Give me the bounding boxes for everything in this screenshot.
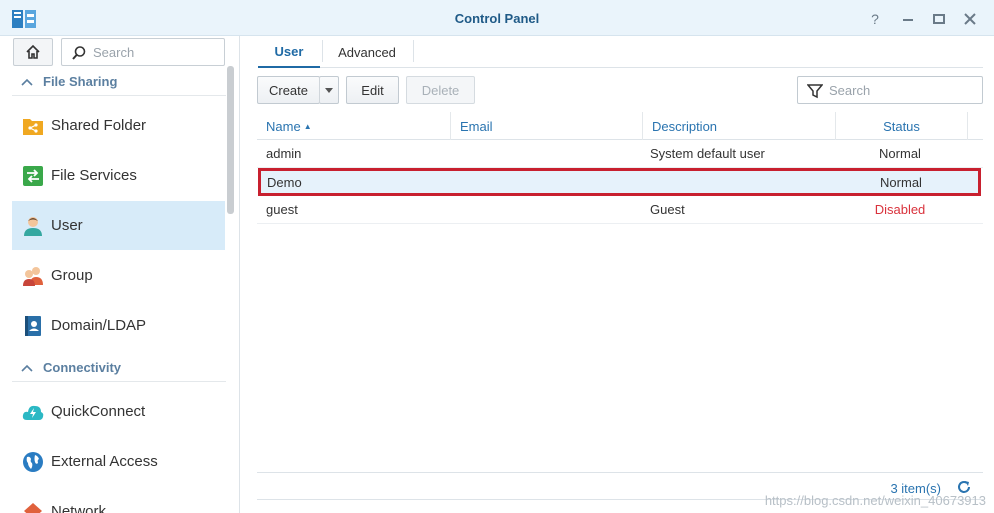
section-label: File Sharing	[43, 74, 118, 89]
table-row-selected[interactable]: Demo Normal	[258, 168, 981, 196]
quickconnect-icon	[22, 401, 44, 423]
edit-button[interactable]: Edit	[346, 76, 399, 104]
tab-divider	[322, 40, 323, 62]
shared-folder-icon	[22, 115, 44, 137]
main-panel: User Advanced Create Edit Delete Search …	[241, 36, 994, 513]
sidebar-item-shared-folder[interactable]: Shared Folder	[12, 101, 225, 150]
watermark: https://blog.csdn.net/weixin_40673913	[764, 493, 986, 508]
maximize-icon[interactable]	[930, 10, 948, 28]
cell-name: guest	[266, 202, 298, 217]
sidebar-item-label: Network	[51, 503, 107, 513]
cell-name: admin	[266, 146, 302, 161]
sidebar-search-placeholder: Search	[93, 45, 135, 60]
column-header-description[interactable]: Description	[643, 112, 836, 140]
create-dropdown-button[interactable]	[319, 76, 339, 104]
sidebar-item-label: File Services	[51, 167, 137, 184]
sidebar-item-network[interactable]: Network	[12, 487, 225, 513]
minimize-icon[interactable]	[899, 10, 917, 28]
create-button[interactable]: Create	[257, 76, 320, 104]
column-header-email[interactable]: Email	[451, 112, 643, 140]
sidebar-item-label: Shared Folder	[51, 117, 147, 134]
delete-button[interactable]: Delete	[406, 76, 475, 104]
sidebar-item-label: Domain/LDAP	[51, 317, 147, 334]
table-row[interactable]: guest Guest Disabled	[257, 196, 983, 224]
file-services-icon	[22, 165, 44, 187]
section-label: Connectivity	[43, 360, 122, 375]
sidebar-item-group[interactable]: Group	[12, 251, 225, 300]
sidebar-item-file-services[interactable]: File Services	[12, 151, 225, 200]
chevron-up-icon	[21, 78, 33, 86]
close-icon[interactable]	[961, 10, 979, 28]
tab-advanced[interactable]: Advanced	[325, 36, 409, 68]
tab-divider	[413, 40, 414, 62]
cell-status: Disabled	[874, 202, 926, 217]
home-button[interactable]	[13, 38, 53, 66]
sidebar-item-label: QuickConnect	[51, 403, 146, 420]
cell-description: System default user	[650, 146, 765, 161]
search-icon	[72, 46, 86, 60]
sidebar-item-external-access[interactable]: External Access	[12, 437, 225, 486]
user-search-placeholder: Search	[829, 83, 871, 98]
domain-ldap-icon	[22, 315, 44, 337]
cell-name: Demo	[267, 174, 302, 190]
cell-description: Guest	[650, 202, 685, 217]
filter-icon	[807, 84, 823, 99]
home-icon	[26, 44, 40, 59]
sidebar-item-user[interactable]: User	[12, 201, 225, 250]
group-icon	[22, 265, 44, 287]
caret-down-icon	[325, 87, 333, 93]
window-title: Control Panel	[454, 11, 540, 26]
help-icon[interactable]: ?	[866, 10, 884, 28]
sidebar-item-label: User	[51, 217, 83, 234]
external-access-icon	[22, 451, 44, 473]
table-header: Name ▲ Email Description Status	[257, 112, 983, 140]
sidebar-scrollbar[interactable]	[227, 66, 234, 214]
section-file-sharing[interactable]: File Sharing	[12, 68, 226, 96]
user-search-input[interactable]: Search	[797, 76, 983, 104]
title-bar: Control Panel ?	[0, 0, 994, 36]
sidebar-item-label: External Access	[51, 453, 158, 470]
user-table: Name ▲ Email Description Status admin Sy…	[257, 112, 983, 224]
sidebar-item-quickconnect[interactable]: QuickConnect	[12, 387, 225, 436]
column-header-name[interactable]: Name ▲	[257, 112, 451, 140]
chevron-up-icon	[21, 364, 33, 372]
table-row[interactable]: admin System default user Normal	[257, 140, 983, 168]
column-header-status[interactable]: Status	[836, 112, 968, 140]
sidebar-item-label: Group	[51, 267, 93, 284]
sort-ascending-icon: ▲	[303, 121, 312, 131]
cell-status: Normal	[880, 174, 922, 190]
sidebar-search-input[interactable]: Search	[61, 38, 225, 66]
tab-bar: User Advanced	[258, 36, 983, 68]
sidebar-item-domain-ldap[interactable]: Domain/LDAP	[12, 301, 225, 350]
user-icon	[22, 215, 44, 237]
network-icon	[22, 501, 44, 513]
section-connectivity[interactable]: Connectivity	[12, 354, 226, 382]
tab-user[interactable]: User	[258, 36, 320, 68]
sidebar: Search File Sharing Shared Folder File S…	[0, 36, 240, 513]
cell-status: Normal	[879, 146, 921, 161]
